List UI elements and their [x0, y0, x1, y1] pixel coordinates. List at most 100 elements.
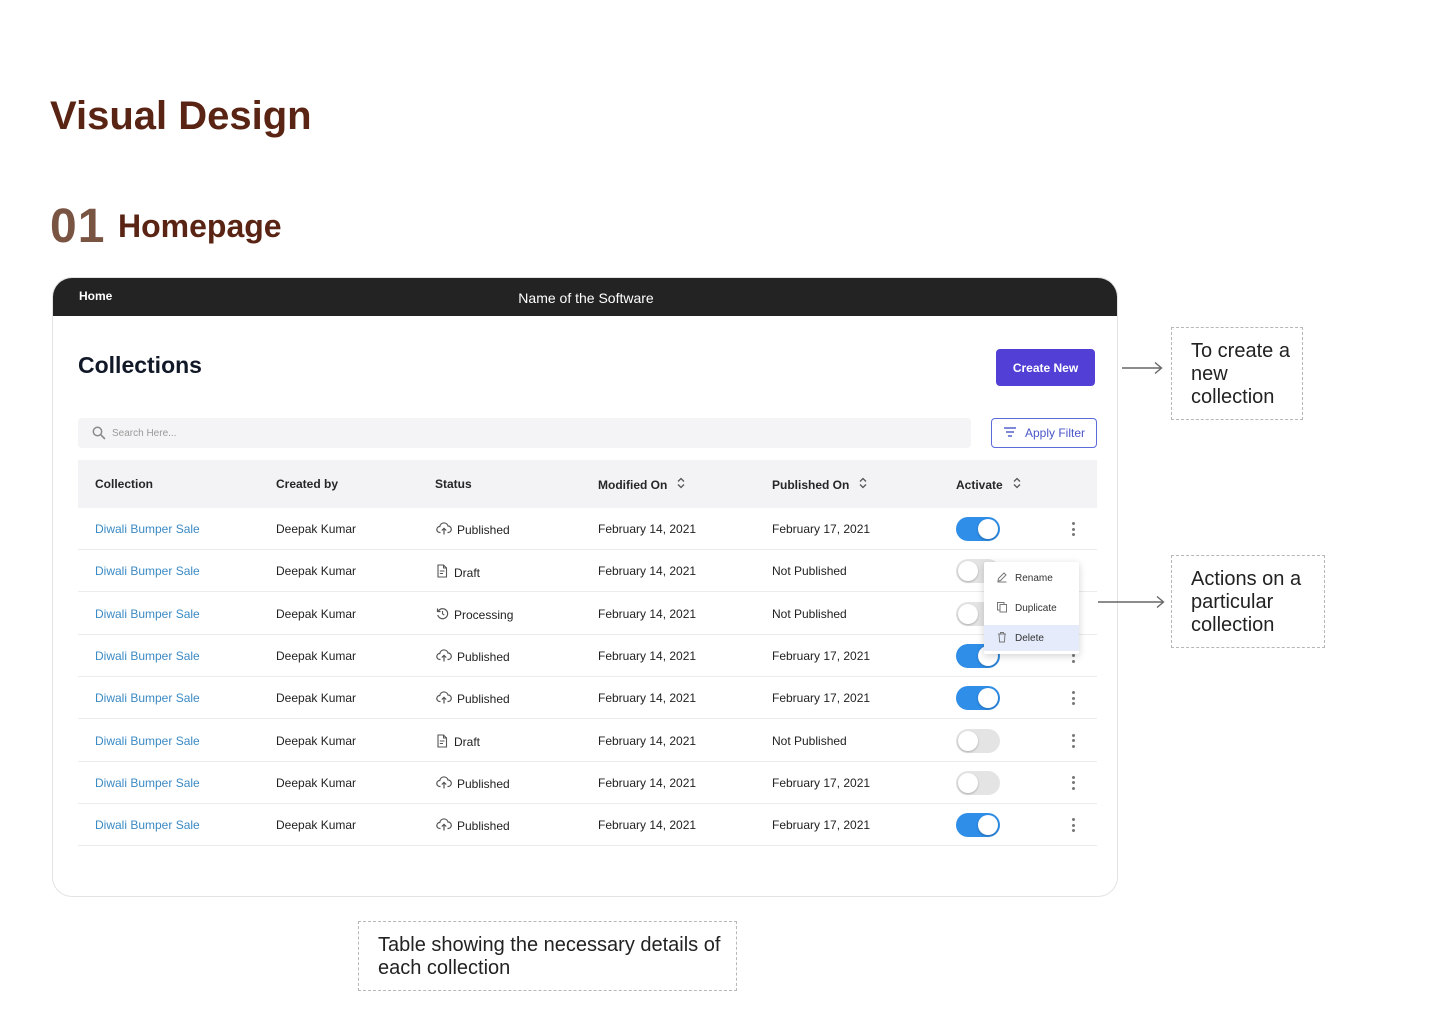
status-label: Published — [457, 819, 510, 834]
status-cell: Published — [436, 776, 510, 792]
more-options-icon[interactable] — [1068, 520, 1078, 538]
header-created-by[interactable]: Created by — [276, 477, 338, 491]
table-row[interactable]: Diwali Bumper Sale Deepak Kumar Processing… — [78, 593, 1097, 635]
cloud-upload-icon — [436, 522, 452, 538]
published-on-cell: Not Published — [772, 564, 847, 579]
collection-link[interactable]: Diwali Bumper Sale — [95, 691, 200, 705]
header-modified-on[interactable]: Modified On — [598, 477, 685, 492]
annotation-table: Table showing the necessary details of e… — [358, 921, 737, 991]
section-title: Homepage — [118, 208, 282, 244]
collection-link[interactable]: Diwali Bumper Sale — [95, 776, 200, 790]
collection-link[interactable]: Diwali Bumper Sale — [95, 607, 200, 621]
more-options-icon[interactable] — [1068, 732, 1078, 750]
header-collection[interactable]: Collection — [95, 477, 153, 491]
published-on-cell: February 17, 2021 — [772, 775, 871, 790]
collections-heading: Collections — [78, 352, 202, 378]
published-on-cell: Not Published — [772, 733, 847, 748]
table-row[interactable]: Diwali Bumper Sale Deepak Kumar Published F… — [78, 635, 1097, 677]
created-by-cell: Deepak Kumar — [276, 648, 357, 663]
search-bar[interactable] — [78, 418, 971, 448]
modified-on-cell: February 14, 2021 — [598, 691, 697, 706]
row-actions-menu: Rename Duplicate Delete — [984, 562, 1079, 654]
activate-toggle[interactable] — [956, 728, 1000, 753]
status-cell: Draft — [436, 564, 480, 581]
collection-link[interactable]: Diwali Bumper Sale — [95, 522, 200, 536]
table-row[interactable]: Diwali Bumper Sale Deepak Kumar Draft Febru… — [78, 550, 1097, 593]
top-bar: Home Name of the Software — [53, 278, 1117, 316]
status-cell: Published — [436, 522, 510, 538]
status-label: Published — [457, 692, 510, 707]
cloud-upload-icon — [436, 691, 452, 707]
modified-on-cell: February 14, 2021 — [598, 775, 697, 790]
created-by-cell: Deepak Kumar — [276, 775, 357, 790]
sort-icon[interactable] — [677, 477, 685, 492]
modified-on-cell: February 14, 2021 — [598, 648, 697, 663]
pencil-icon — [996, 571, 1008, 586]
sort-icon[interactable] — [1013, 477, 1021, 492]
created-by-cell: Deepak Kumar — [276, 691, 357, 706]
activate-toggle[interactable] — [956, 686, 1000, 711]
collection-link[interactable]: Diwali Bumper Sale — [95, 818, 200, 832]
status-cell: Processing — [436, 607, 513, 623]
created-by-cell: Deepak Kumar — [276, 522, 357, 536]
status-label: Published — [457, 649, 510, 664]
activate-toggle[interactable] — [956, 517, 1000, 541]
collection-link[interactable]: Diwali Bumper Sale — [95, 649, 200, 663]
status-cell: Published — [436, 691, 510, 707]
table-row[interactable]: Diwali Bumper Sale Deepak Kumar Published F… — [78, 762, 1097, 804]
modified-on-cell: February 14, 2021 — [598, 564, 697, 579]
status-label: Published — [457, 776, 510, 791]
status-cell: Published — [436, 649, 510, 665]
table-row[interactable]: Diwali Bumper Sale Deepak Kumar Published F… — [78, 804, 1097, 847]
published-on-cell: February 17, 2021 — [772, 691, 871, 706]
table-row[interactable]: Diwali Bumper Sale Deepak Kumar Published F… — [78, 677, 1097, 720]
modified-on-cell: February 14, 2021 — [598, 733, 697, 748]
collection-link[interactable]: Diwali Bumper Sale — [95, 734, 200, 748]
published-on-cell: February 17, 2021 — [772, 522, 871, 536]
published-on-cell: February 17, 2021 — [772, 818, 871, 833]
cloud-upload-icon — [436, 818, 452, 834]
toggle-knob — [958, 603, 978, 624]
menu-item-rename[interactable]: Rename — [984, 565, 1079, 591]
cloud-upload-icon — [436, 649, 452, 665]
page-title: Visual Design — [50, 94, 312, 138]
arrow-right-icon — [1122, 361, 1164, 380]
sort-icon[interactable] — [859, 477, 867, 492]
header-status[interactable]: Status — [435, 477, 472, 491]
more-options-icon[interactable] — [1068, 774, 1078, 792]
toggle-knob — [978, 688, 998, 709]
more-options-icon[interactable] — [1068, 689, 1078, 707]
activate-toggle[interactable] — [956, 813, 1000, 838]
table-row[interactable]: Diwali Bumper Sale Deepak Kumar Published F… — [78, 508, 1097, 550]
search-icon — [92, 426, 106, 445]
app-window: Home Name of the Software Collections Cr… — [52, 277, 1118, 897]
published-on-cell: February 17, 2021 — [772, 648, 871, 663]
header-activate[interactable]: Activate — [956, 477, 1021, 492]
create-new-button[interactable]: Create New — [996, 349, 1095, 386]
draft-doc-icon — [436, 564, 449, 581]
published-on-cell: Not Published — [772, 606, 847, 621]
status-label: Draft — [454, 565, 481, 580]
header-published-on[interactable]: Published On — [772, 477, 867, 492]
section-number: 01 — [50, 200, 106, 253]
menu-item-duplicate[interactable]: Duplicate — [984, 595, 1079, 621]
created-by-cell: Deepak Kumar — [276, 733, 357, 748]
filter-icon — [1003, 426, 1017, 441]
table-row[interactable]: Diwali Bumper Sale Deepak Kumar Draft Febru… — [78, 720, 1097, 762]
toggle-knob — [958, 561, 978, 582]
created-by-cell: Deepak Kumar — [276, 606, 357, 621]
search-input[interactable] — [112, 418, 912, 448]
more-options-icon[interactable] — [1068, 816, 1078, 834]
created-by-cell: Deepak Kumar — [276, 564, 357, 579]
menu-item-delete[interactable]: Delete — [984, 625, 1079, 651]
copy-icon — [996, 601, 1008, 616]
created-by-cell: Deepak Kumar — [276, 818, 357, 833]
arrow-right-icon — [1098, 595, 1166, 614]
modified-on-cell: February 14, 2021 — [598, 818, 697, 833]
collection-link[interactable]: Diwali Bumper Sale — [95, 564, 200, 578]
apply-filter-button[interactable]: Apply Filter — [991, 418, 1097, 448]
annotation-actions: Actions on a particular collection — [1171, 555, 1325, 648]
processing-icon — [436, 607, 449, 623]
activate-toggle[interactable] — [956, 770, 1000, 795]
toggle-knob — [978, 519, 998, 539]
